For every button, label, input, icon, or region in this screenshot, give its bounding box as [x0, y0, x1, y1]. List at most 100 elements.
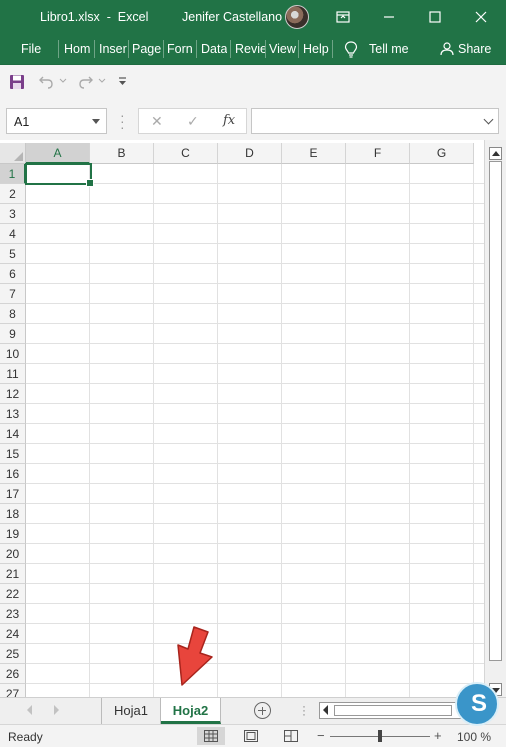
- previous-sheet-icon[interactable]: [27, 705, 32, 715]
- lightbulb-icon[interactable]: [344, 41, 358, 58]
- row-header-15[interactable]: 15: [0, 444, 26, 464]
- row-header-1[interactable]: 1: [0, 164, 26, 184]
- active-cell-selection[interactable]: [25, 163, 94, 187]
- insert-function-button[interactable]: fx: [223, 113, 235, 128]
- tab-view[interactable]: View: [269, 42, 296, 56]
- customize-toolbar-icon[interactable]: [118, 77, 127, 86]
- share-icon[interactable]: [440, 42, 454, 56]
- select-all-button[interactable]: [0, 143, 26, 164]
- tab-home[interactable]: Hom: [64, 42, 94, 56]
- maximize-button[interactable]: [416, 0, 454, 34]
- row-header-7[interactable]: 7: [0, 284, 26, 304]
- tab-formulas[interactable]: Forn: [167, 42, 194, 56]
- formula-bar-resize-handle[interactable]: · · ·: [120, 108, 125, 134]
- watermark-logo: S: [455, 682, 499, 726]
- row-header-12[interactable]: 12: [0, 384, 26, 404]
- scroll-left-arrow[interactable]: [323, 705, 328, 715]
- share-button[interactable]: Share: [458, 42, 491, 56]
- redo-icon[interactable]: [76, 74, 96, 90]
- tab-help[interactable]: Help: [303, 42, 329, 56]
- cancel-entry-button[interactable]: ✕: [151, 113, 163, 130]
- row-header-9[interactable]: 9: [0, 324, 26, 344]
- title-bar: Libro1.xlsx - Excel Jenifer Castellano: [0, 0, 506, 34]
- row-header-4[interactable]: 4: [0, 224, 26, 244]
- row-header-22[interactable]: 22: [0, 584, 26, 604]
- quick-access-toolbar: [0, 64, 506, 102]
- column-header-g[interactable]: G: [410, 143, 474, 164]
- scroll-up-arrow[interactable]: [489, 147, 502, 160]
- enter-entry-button[interactable]: ✓: [187, 113, 199, 130]
- tab-separator: [128, 40, 129, 58]
- zoom-in-button[interactable]: +: [434, 728, 442, 743]
- tab-insert[interactable]: Inser: [99, 42, 127, 56]
- new-sheet-icon[interactable]: [254, 702, 271, 719]
- row-header-11[interactable]: 11: [0, 364, 26, 384]
- column-header-b[interactable]: B: [90, 143, 154, 164]
- page-layout-view-button[interactable]: [237, 727, 265, 745]
- name-box[interactable]: A1: [6, 108, 107, 134]
- chevron-down-icon[interactable]: [92, 119, 100, 124]
- zoom-out-button[interactable]: −: [317, 728, 325, 743]
- vertical-scrollbar[interactable]: [484, 140, 506, 697]
- column-header-c[interactable]: C: [154, 143, 218, 164]
- expand-formula-bar-icon[interactable]: [483, 114, 494, 125]
- row-header-6[interactable]: 6: [0, 264, 26, 284]
- row-header-26[interactable]: 26: [0, 664, 26, 684]
- user-name[interactable]: Jenifer Castellano: [182, 10, 282, 24]
- row-header-5[interactable]: 5: [0, 244, 26, 264]
- row-header-23[interactable]: 23: [0, 604, 26, 624]
- zoom-slider-thumb[interactable]: [378, 730, 382, 742]
- save-icon[interactable]: [9, 74, 25, 90]
- row-header-18[interactable]: 18: [0, 504, 26, 524]
- tab-separator: [230, 40, 231, 58]
- column-header-f[interactable]: F: [346, 143, 410, 164]
- user-avatar[interactable]: [285, 5, 309, 29]
- tab-page-layout[interactable]: Page: [132, 42, 162, 56]
- horizontal-scroll-thumb[interactable]: [334, 705, 452, 716]
- column-header-e[interactable]: E: [282, 143, 346, 164]
- vertical-scroll-thumb[interactable]: [489, 161, 502, 661]
- tab-separator: [196, 40, 197, 58]
- cell-grid[interactable]: [26, 164, 484, 697]
- column-header-a[interactable]: A: [26, 143, 90, 164]
- row-header-10[interactable]: 10: [0, 344, 26, 364]
- page-layout-icon: [244, 730, 258, 742]
- row-header-20[interactable]: 20: [0, 544, 26, 564]
- row-header-21[interactable]: 21: [0, 564, 26, 584]
- ribbon-display-options-button[interactable]: [324, 0, 362, 34]
- undo-icon[interactable]: [37, 74, 57, 90]
- row-header-17[interactable]: 17: [0, 484, 26, 504]
- minimize-button[interactable]: [370, 0, 408, 34]
- page-break-view-button[interactable]: [277, 727, 305, 745]
- maximize-icon: [429, 11, 441, 23]
- row-header-16[interactable]: 16: [0, 464, 26, 484]
- column-header-d[interactable]: D: [218, 143, 282, 164]
- tab-data[interactable]: Data: [201, 42, 227, 56]
- tab-review[interactable]: Revie: [235, 42, 265, 56]
- row-header-8[interactable]: 8: [0, 304, 26, 324]
- normal-view-button[interactable]: [197, 727, 225, 745]
- tab-separator: [94, 40, 95, 58]
- sheet-tab-hoja1[interactable]: Hoja1: [101, 698, 161, 724]
- row-header-14[interactable]: 14: [0, 424, 26, 444]
- formula-input[interactable]: [251, 108, 499, 134]
- row-header-3[interactable]: 3: [0, 204, 26, 224]
- row-header-19[interactable]: 19: [0, 524, 26, 544]
- close-button[interactable]: [462, 0, 500, 34]
- name-box-value: A1: [14, 115, 30, 129]
- row-header-24[interactable]: 24: [0, 624, 26, 644]
- row-header-25[interactable]: 25: [0, 644, 26, 664]
- row-header-2[interactable]: 2: [0, 184, 26, 204]
- formula-buttons: ✕ ✓ fx: [138, 108, 247, 134]
- tab-split-handle[interactable]: · · ·: [302, 700, 306, 720]
- row-header-13[interactable]: 13: [0, 404, 26, 424]
- sheet-tab-hoja2[interactable]: Hoja2: [161, 698, 221, 724]
- redo-dropdown-icon[interactable]: [98, 78, 106, 84]
- grid-view-icon: [204, 730, 218, 742]
- row-header-27[interactable]: 27: [0, 684, 26, 697]
- tab-file[interactable]: File: [21, 42, 41, 56]
- tell-me-search[interactable]: Tell me: [369, 42, 409, 56]
- undo-dropdown-icon[interactable]: [59, 78, 67, 84]
- next-sheet-icon[interactable]: [54, 705, 59, 715]
- zoom-level[interactable]: 100 %: [457, 730, 491, 744]
